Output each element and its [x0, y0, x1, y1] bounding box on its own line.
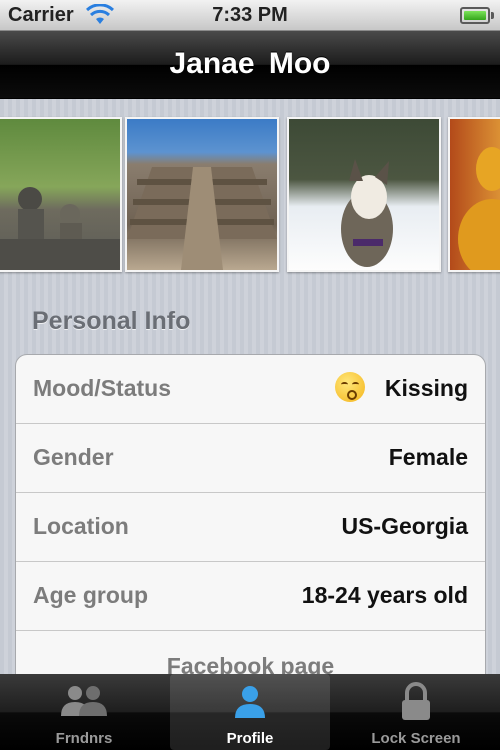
lock-icon — [402, 682, 430, 720]
location-label: Location — [33, 513, 129, 539]
buddha-statue-photo[interactable] — [448, 117, 500, 272]
profile-content[interactable]: Personal Info Mood/Status Kissing Gender… — [0, 99, 500, 674]
mood-row[interactable]: Mood/Status Kissing — [16, 355, 485, 424]
facebook-page-row[interactable]: Facebook page — [16, 631, 485, 674]
navigation-bar: Janae Moo — [0, 31, 500, 99]
tab-lock-screen-label: Lock Screen — [371, 730, 461, 747]
location-value: US-Georgia — [341, 513, 468, 539]
mood-label: Mood/Status — [33, 375, 171, 401]
profile-icon — [235, 686, 265, 718]
section-title: Personal Info — [32, 307, 191, 335]
age-group-row[interactable]: Age group 18-24 years old — [16, 562, 485, 631]
kissing-face-icon — [335, 372, 365, 402]
friends-icon — [61, 686, 107, 716]
tab-profile-label: Profile — [226, 730, 274, 747]
mood-value: Kissing — [384, 375, 468, 401]
borobudur-photo[interactable] — [125, 117, 279, 272]
husky-dog-photo[interactable] — [287, 117, 441, 272]
gender-value: Female — [388, 444, 468, 470]
tab-frndnrs-label: Frndnrs — [55, 730, 113, 747]
status-bar: Carrier 7:33 PM — [0, 0, 500, 31]
personal-info-group: Mood/Status Kissing Gender Female Locati… — [15, 354, 486, 674]
gender-label: Gender — [33, 444, 114, 470]
tab-frndnrs[interactable]: Frndnrs — [4, 674, 164, 750]
tab-bar: Frndnrs Profile Lock Screen — [0, 674, 500, 750]
location-row[interactable]: Location US-Georgia — [16, 493, 485, 562]
battery-icon — [460, 7, 494, 24]
photo-strip[interactable] — [0, 117, 500, 272]
age-group-value: 18-24 years old — [301, 582, 468, 608]
clock: 7:33 PM — [212, 4, 288, 26]
age-group-label: Age group — [33, 582, 148, 608]
tab-profile[interactable]: Profile — [170, 674, 330, 750]
gender-row[interactable]: Gender Female — [16, 424, 485, 493]
facebook-page-link[interactable]: Facebook page — [16, 653, 485, 674]
temple-statues-photo[interactable] — [0, 117, 122, 272]
page-title: Janae Moo — [169, 47, 331, 80]
tab-lock-screen[interactable]: Lock Screen — [336, 674, 496, 750]
